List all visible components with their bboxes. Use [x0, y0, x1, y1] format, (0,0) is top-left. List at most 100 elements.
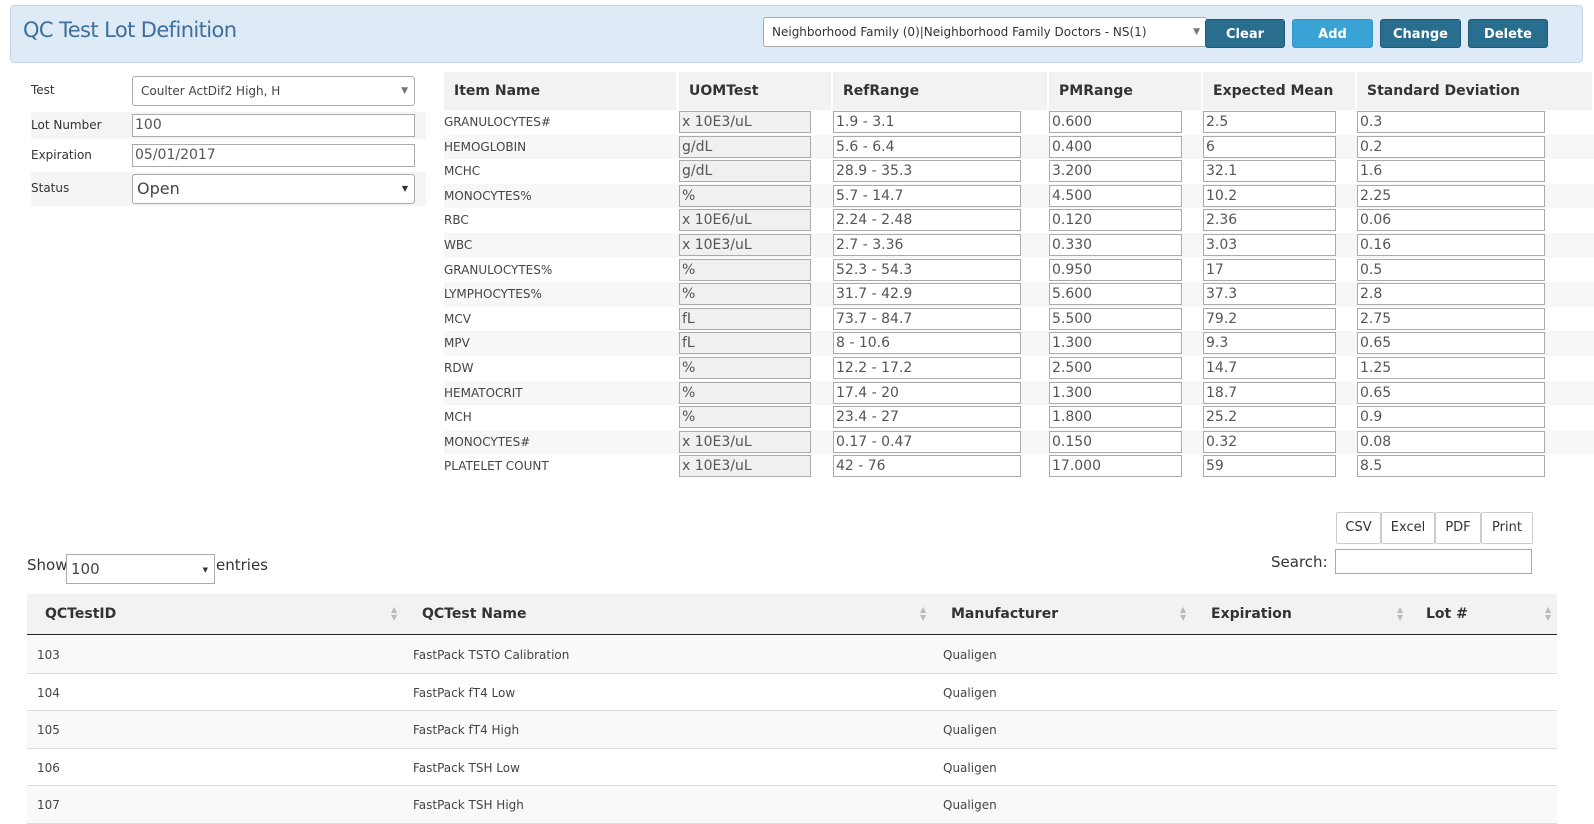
table-row[interactable]: 103 FastPack TSTO Calibration Qualigen: [27, 636, 1557, 674]
item-mean-field[interactable]: 79.2: [1203, 307, 1336, 330]
column-qctestid[interactable]: QCTestID: [45, 594, 116, 634]
sort-icon[interactable]: ▲ ▼: [391, 606, 397, 622]
item-sd-field[interactable]: 0.9: [1357, 406, 1545, 429]
item-pm-field[interactable]: 4.500: [1049, 184, 1182, 207]
item-ref-field[interactable]: 31.7 - 42.9: [833, 283, 1021, 306]
item-pm-field[interactable]: 0.120: [1049, 209, 1182, 232]
sort-icon[interactable]: ▲ ▼: [1180, 606, 1186, 622]
item-pm-field[interactable]: 17.000: [1049, 455, 1182, 478]
item-ref-field[interactable]: 42 - 76: [833, 455, 1021, 478]
item-sd-field[interactable]: 8.5: [1357, 455, 1545, 478]
table-row[interactable]: 106 FastPack TSH Low Qualigen: [27, 749, 1557, 787]
change-button[interactable]: Change: [1380, 19, 1461, 48]
item-mean-field[interactable]: 9.3: [1203, 332, 1336, 355]
item-ref-field[interactable]: 5.7 - 14.7: [833, 184, 1021, 207]
column-expiration[interactable]: Expiration: [1211, 594, 1292, 634]
item-sd-field[interactable]: 0.2: [1357, 135, 1545, 158]
item-ref-field[interactable]: 12.2 - 17.2: [833, 357, 1021, 379]
practice-select[interactable]: Neighborhood Family (0)|Neighborhood Fam…: [763, 17, 1207, 47]
item-sd-field[interactable]: 0.65: [1357, 381, 1545, 404]
item-pm-field[interactable]: 0.330: [1049, 234, 1182, 256]
item-pm-field[interactable]: 1.300: [1049, 381, 1182, 404]
delete-button[interactable]: Delete: [1468, 19, 1548, 48]
item-ref-field[interactable]: 0.17 - 0.47: [833, 430, 1021, 453]
item-sd-field[interactable]: 0.16: [1357, 234, 1545, 256]
item-ref-field[interactable]: 52.3 - 54.3: [833, 258, 1021, 281]
item-ref-field[interactable]: 2.7 - 3.36: [833, 234, 1021, 256]
status-select[interactable]: Open ▼: [132, 174, 415, 204]
item-mean-field[interactable]: 2.5: [1203, 111, 1336, 133]
item-mean-field[interactable]: 6: [1203, 135, 1336, 158]
item-sd-field[interactable]: 2.25: [1357, 184, 1545, 207]
pdf-button[interactable]: PDF: [1435, 512, 1481, 544]
sort-icon[interactable]: ▲ ▼: [1397, 606, 1403, 622]
item-ref-field[interactable]: 1.9 - 3.1: [833, 111, 1021, 133]
item-sd-field[interactable]: 0.06: [1357, 209, 1545, 232]
excel-button[interactable]: Excel: [1381, 512, 1435, 544]
item-sd-field[interactable]: 2.75: [1357, 307, 1545, 330]
item-mean-field[interactable]: 25.2: [1203, 406, 1336, 429]
item-name: MCHC: [444, 164, 481, 179]
item-mean-field[interactable]: 59: [1203, 455, 1336, 478]
item-pm-field[interactable]: 1.300: [1049, 332, 1182, 355]
item-sd-field[interactable]: 0.65: [1357, 332, 1545, 355]
item-sd-field[interactable]: 1.25: [1357, 357, 1545, 379]
search-input[interactable]: [1335, 549, 1532, 574]
table-row[interactable]: 104 FastPack fT4 Low Qualigen: [27, 674, 1557, 712]
expiration-input[interactable]: 05/01/2017: [132, 144, 415, 167]
item-ref-field[interactable]: 5.6 - 6.4: [833, 135, 1021, 158]
item-sd-field[interactable]: 1.6: [1357, 160, 1545, 183]
table-row[interactable]: 107 FastPack TSH High Qualigen: [27, 786, 1557, 824]
item-name: PLATELET COUNT: [444, 459, 549, 474]
item-sd-field[interactable]: 0.08: [1357, 430, 1545, 453]
clear-button[interactable]: Clear: [1205, 19, 1285, 48]
item-row: MONOCYTES# x 10E3/uL 0.17 - 0.47 0.150 0.32 0…: [444, 429, 1594, 455]
item-sd-field[interactable]: 2.8: [1357, 283, 1545, 306]
sort-icon[interactable]: ▲ ▼: [1545, 606, 1551, 622]
item-name: HEMATOCRIT: [444, 385, 523, 400]
chevron-down-icon: ▼: [401, 184, 408, 193]
csv-button[interactable]: CSV: [1336, 512, 1381, 544]
column-manufacturer[interactable]: Manufacturer: [951, 594, 1058, 634]
item-ref-field[interactable]: 28.9 - 35.3: [833, 160, 1021, 183]
items-table-header: Item Name UOMTest RefRange PMRange Expec…: [444, 72, 1594, 110]
item-pm-field[interactable]: 0.400: [1049, 135, 1182, 158]
item-name: MPV: [444, 336, 470, 351]
item-pm-field[interactable]: 5.500: [1049, 307, 1182, 330]
item-ref-field[interactable]: 23.4 - 27: [833, 406, 1021, 429]
column-lot-number[interactable]: Lot #: [1426, 594, 1468, 634]
lot-number-input[interactable]: 100: [132, 114, 415, 137]
print-button[interactable]: Print: [1481, 512, 1533, 544]
item-pm-field[interactable]: 0.150: [1049, 430, 1182, 453]
item-row: MPV fL 8 - 10.6 1.300 9.3 0.65: [444, 331, 1594, 356]
item-mean-field[interactable]: 17: [1203, 258, 1336, 281]
item-mean-field[interactable]: 2.36: [1203, 209, 1336, 232]
item-pm-field[interactable]: 2.500: [1049, 357, 1182, 379]
list-table-header: QCTestID ▲ ▼ QCTest Name ▲ ▼ Manufacturer …: [27, 594, 1557, 635]
test-select[interactable]: Coulter ActDif2 High, H ▼: [132, 76, 415, 106]
practice-select-value: Neighborhood Family (0)|Neighborhood Fam…: [772, 25, 1147, 39]
item-pm-field[interactable]: 0.600: [1049, 111, 1182, 133]
item-mean-field[interactable]: 18.7: [1203, 381, 1336, 404]
sort-icon[interactable]: ▲ ▼: [920, 606, 926, 622]
item-mean-field[interactable]: 14.7: [1203, 357, 1336, 379]
item-ref-field[interactable]: 8 - 10.6: [833, 332, 1021, 355]
add-button[interactable]: Add: [1292, 19, 1373, 48]
item-mean-field[interactable]: 32.1: [1203, 160, 1336, 183]
table-row[interactable]: 105 FastPack fT4 High Qualigen: [27, 711, 1557, 749]
item-ref-field[interactable]: 2.24 - 2.48: [833, 209, 1021, 232]
item-sd-field[interactable]: 0.5: [1357, 258, 1545, 281]
item-mean-field[interactable]: 10.2: [1203, 184, 1336, 207]
item-pm-field[interactable]: 5.600: [1049, 283, 1182, 306]
item-ref-field[interactable]: 73.7 - 84.7: [833, 307, 1021, 330]
item-mean-field[interactable]: 37.3: [1203, 283, 1336, 306]
item-mean-field[interactable]: 3.03: [1203, 234, 1336, 256]
item-ref-field[interactable]: 17.4 - 20: [833, 381, 1021, 404]
item-pm-field[interactable]: 1.800: [1049, 406, 1182, 429]
item-pm-field[interactable]: 0.950: [1049, 258, 1182, 281]
item-sd-field[interactable]: 0.3: [1357, 111, 1545, 133]
item-mean-field[interactable]: 0.32: [1203, 430, 1336, 453]
item-pm-field[interactable]: 3.200: [1049, 160, 1182, 183]
column-qctest-name[interactable]: QCTest Name: [422, 594, 527, 634]
page-length-select[interactable]: 100 ▼: [66, 554, 215, 584]
